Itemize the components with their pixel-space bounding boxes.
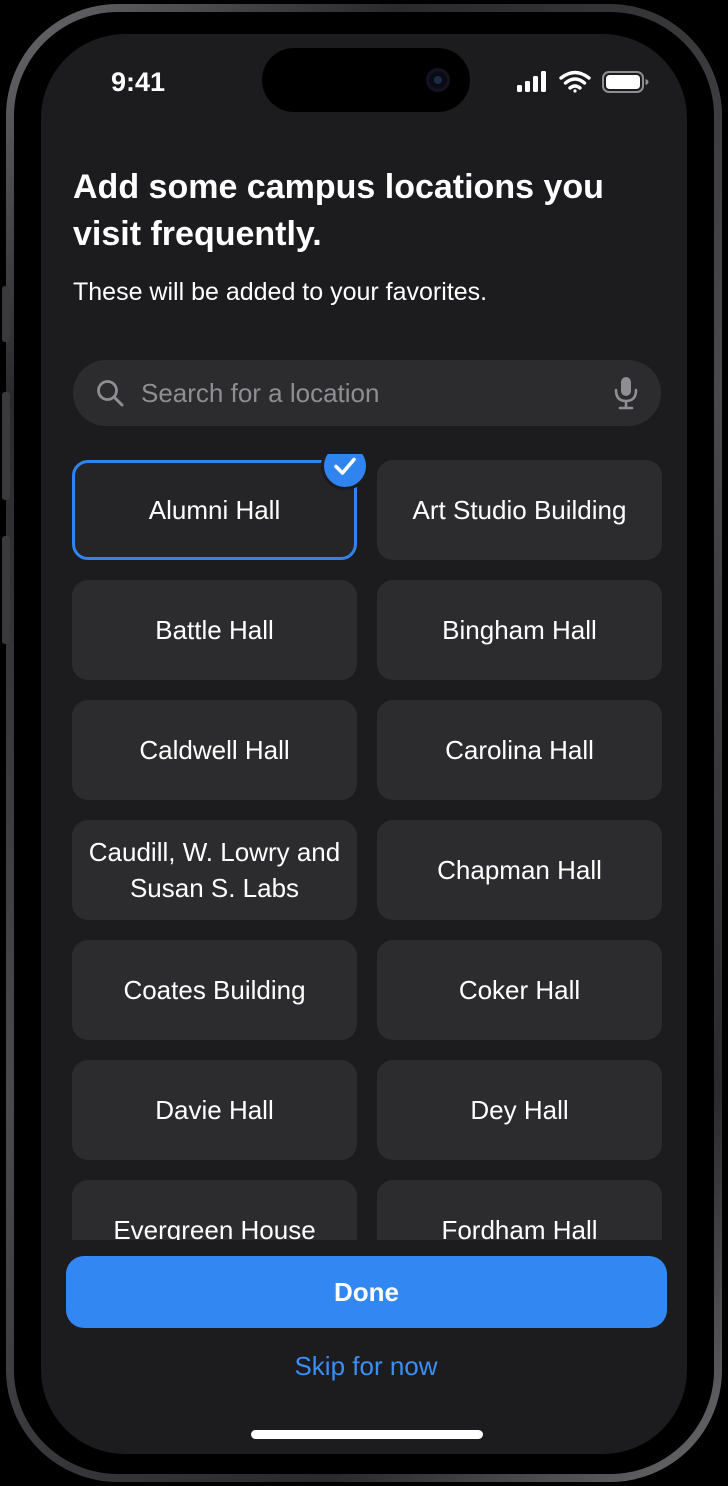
location-tile-caldwell-hall[interactable]: Caldwell Hall — [72, 700, 357, 800]
location-tile-art-studio-building[interactable]: Art Studio Building — [377, 460, 662, 560]
search-input[interactable] — [141, 360, 601, 426]
location-tile-bingham-hall[interactable]: Bingham Hall — [377, 580, 662, 680]
location-tile-dey-hall[interactable]: Dey Hall — [377, 1060, 662, 1160]
location-label: Caldwell Hall — [139, 735, 290, 765]
location-label: Carolina Hall — [445, 735, 594, 765]
location-label: Coates Building — [123, 975, 306, 1005]
status-icons — [517, 70, 649, 94]
done-button[interactable]: Done — [66, 1256, 667, 1328]
app-screen: 9:41 Add some campus locations you visit… — [41, 34, 687, 1454]
location-tile-fordham-hall[interactable]: Fordham Hall — [377, 1180, 662, 1240]
location-label: Bingham Hall — [442, 615, 597, 645]
location-label: Alumni Hall — [148, 495, 281, 525]
page-title: Add some campus locations you visit freq… — [73, 168, 604, 253]
home-indicator[interactable] — [251, 1430, 483, 1439]
location-tile-caudill-labs[interactable]: Caudill, W. Lowry and Susan S. Labs — [72, 820, 357, 920]
location-label: Coker Hall — [458, 975, 581, 1005]
location-tile-davie-hall[interactable]: Davie Hall — [72, 1060, 357, 1160]
wifi-icon — [559, 70, 591, 93]
volume-down-button — [2, 536, 10, 644]
location-label: Caudill, W. Lowry and Susan S. Labs — [88, 837, 341, 903]
battery-icon — [602, 71, 649, 93]
location-tile-chapman-hall[interactable]: Chapman Hall — [377, 820, 662, 920]
action-button — [2, 286, 10, 342]
volume-up-button — [2, 392, 10, 500]
search-icon — [95, 378, 125, 408]
page-subtitle: These will be added to your favorites. — [73, 278, 488, 306]
location-label: Art Studio Building — [412, 495, 627, 525]
skip-for-now-link[interactable]: Skip for now — [166, 1346, 566, 1386]
location-tile-coker-hall[interactable]: Coker Hall — [377, 940, 662, 1040]
microphone-icon[interactable] — [613, 376, 639, 410]
location-label: Battle Hall — [155, 615, 274, 645]
location-label: Davie Hall — [155, 1095, 274, 1125]
locations-grid: Alumni Hall Art Studio Building Battle H… — [41, 454, 687, 1240]
cellular-signal-icon — [517, 71, 546, 92]
location-tile-carolina-hall[interactable]: Carolina Hall — [377, 700, 662, 800]
location-label: Evergreen House — [113, 1215, 316, 1240]
location-label: Chapman Hall — [437, 855, 602, 885]
location-label: Dey Hall — [470, 1095, 569, 1125]
selected-checkmark-icon — [321, 454, 369, 490]
location-tile-coates-building[interactable]: Coates Building — [72, 940, 357, 1040]
location-tile-evergreen-house[interactable]: Evergreen House — [72, 1180, 357, 1240]
front-camera-icon — [426, 68, 450, 92]
status-time: 9:41 — [111, 67, 166, 97]
location-tile-alumni-hall[interactable]: Alumni Hall — [72, 460, 357, 560]
location-tile-battle-hall[interactable]: Battle Hall — [72, 580, 357, 680]
location-label: Fordham Hall — [441, 1215, 598, 1240]
search-bar[interactable] — [73, 360, 661, 426]
